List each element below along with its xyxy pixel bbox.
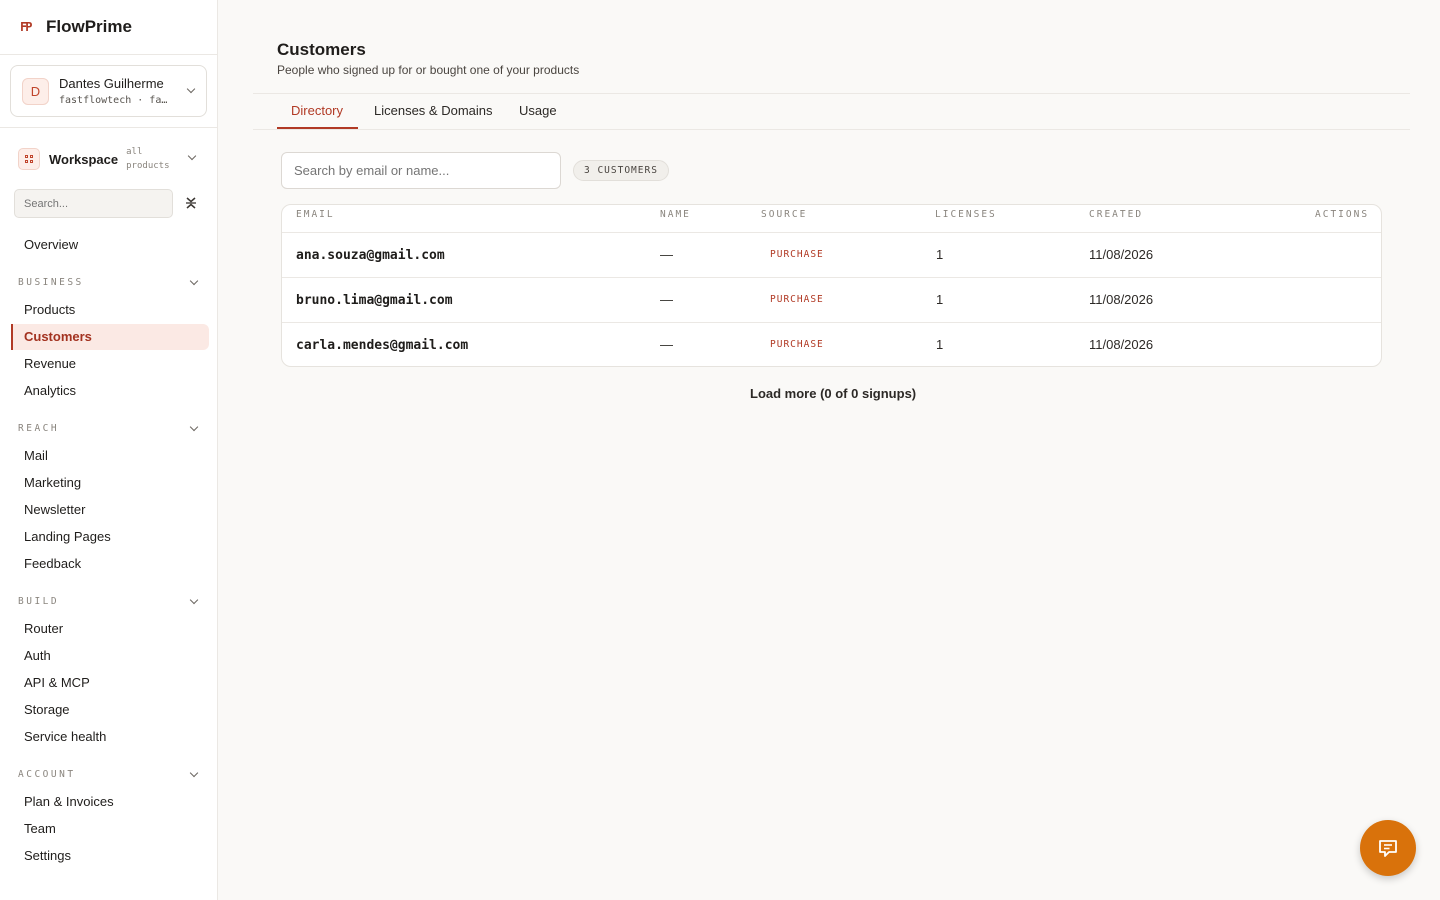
column-header-created[interactable]: CREATED	[1089, 209, 1143, 220]
brand-name: FlowPrime	[46, 17, 132, 36]
sidebar-item-customers[interactable]: Customers	[11, 324, 209, 350]
cell-licenses: 1	[936, 337, 944, 352]
cell-name: —	[660, 247, 673, 262]
cell-email[interactable]: carla.mendes@gmail.com	[296, 323, 468, 366]
cell-created: 11/08/2026	[1089, 247, 1154, 262]
sidebar-item-landing-pages[interactable]: Landing Pages	[24, 524, 111, 550]
source-badge: PURCHASE	[770, 294, 824, 305]
chevron-down-icon	[186, 84, 196, 94]
sidebar-item-products[interactable]: Products	[24, 297, 75, 323]
customers-table: EMAIL NAME SOURCE LICENSES CREATED ACTIO…	[281, 204, 1382, 367]
customer-search-input[interactable]	[281, 152, 561, 189]
sidebar-search-input[interactable]	[14, 189, 173, 218]
sidebar-item-revenue[interactable]: Revenue	[24, 351, 76, 377]
section-label-business[interactable]: BUSINESS	[18, 277, 84, 288]
customer-count-badge: 3 CUSTOMERS	[573, 160, 669, 181]
sidebar-item-feedback[interactable]: Feedback	[24, 551, 81, 577]
cell-email[interactable]: ana.souza@gmail.com	[296, 233, 445, 278]
sidebar-item-team[interactable]: Team	[24, 816, 56, 842]
chevron-down-icon	[187, 151, 197, 161]
tab-directory[interactable]: Directory	[291, 103, 343, 118]
collapse-icon[interactable]	[184, 196, 198, 210]
chevron-down-icon[interactable]	[189, 422, 199, 432]
header-divider	[253, 93, 1410, 94]
sidebar-item-service-health[interactable]: Service health	[24, 724, 106, 750]
chat-support-button[interactable]	[1360, 820, 1416, 876]
brand[interactable]: FP FlowPrime	[0, 0, 217, 55]
account-name: Dantes Guilherme	[59, 76, 164, 91]
sidebar-item-newsletter[interactable]: Newsletter	[24, 497, 85, 523]
sidebar-item-router[interactable]: Router	[24, 616, 63, 642]
column-header-licenses[interactable]: LICENSES	[935, 209, 997, 220]
grid-icon	[18, 148, 40, 170]
cell-licenses: 1	[936, 292, 944, 307]
workspace-sub: all products	[126, 147, 170, 171]
section-label-reach[interactable]: REACH	[18, 423, 59, 434]
page-title: Customers	[277, 40, 366, 59]
section-label-account[interactable]: ACCOUNT	[18, 769, 76, 780]
tab-licenses-domains[interactable]: Licenses & Domains	[374, 103, 493, 118]
source-badge: PURCHASE	[770, 249, 824, 260]
sidebar: FP FlowPrime D Dantes Guilherme fastflow…	[0, 0, 218, 900]
table-row[interactable]: bruno.lima@gmail.com — PURCHASE 1 11/08/…	[282, 277, 1381, 323]
brand-logo-icon: FP	[20, 20, 32, 34]
chevron-down-icon[interactable]	[189, 276, 199, 286]
load-more-button[interactable]: Load more (0 of 0 signups)	[750, 386, 916, 401]
workspace-selector[interactable]: Workspace all products	[18, 146, 203, 172]
sidebar-item-overview[interactable]: Overview	[24, 232, 78, 258]
cell-name: —	[660, 292, 673, 307]
section-label-build[interactable]: BUILD	[18, 596, 59, 607]
column-header-email[interactable]: EMAIL	[296, 209, 335, 220]
page-subtitle: People who signed up for or bought one o…	[277, 63, 580, 77]
tab-usage[interactable]: Usage	[519, 103, 557, 118]
table-row[interactable]: carla.mendes@gmail.com — PURCHASE 1 11/0…	[282, 322, 1381, 366]
column-header-source[interactable]: SOURCE	[761, 209, 807, 220]
chat-bubble-icon	[1379, 840, 1397, 857]
workspace-label: Workspace	[49, 151, 119, 167]
sidebar-item-marketing[interactable]: Marketing	[24, 470, 81, 496]
cell-created: 11/08/2026	[1089, 292, 1154, 307]
sidebar-item-analytics[interactable]: Analytics	[24, 378, 76, 404]
main-content: Customers People who signed up for or bo…	[218, 0, 1440, 900]
divider	[0, 127, 217, 128]
tabs-divider	[253, 129, 1410, 130]
chevron-down-icon[interactable]	[189, 595, 199, 605]
column-header-name[interactable]: NAME	[660, 209, 691, 220]
table-row[interactable]: ana.souza@gmail.com — PURCHASE 1 11/08/2…	[282, 232, 1381, 278]
cell-name: —	[660, 337, 673, 352]
chevron-down-icon[interactable]	[189, 768, 199, 778]
cell-licenses: 1	[936, 247, 944, 262]
cell-email[interactable]: bruno.lima@gmail.com	[296, 278, 453, 323]
account-switcher[interactable]: D Dantes Guilherme fastflowtech · fa…	[10, 65, 207, 117]
avatar: D	[22, 77, 49, 105]
cell-created: 11/08/2026	[1089, 337, 1154, 352]
source-badge: PURCHASE	[770, 339, 824, 350]
sidebar-item-storage[interactable]: Storage	[24, 697, 70, 723]
sidebar-item-plan-invoices[interactable]: Plan & Invoices	[24, 789, 114, 815]
column-header-actions: ACTIONS	[1315, 209, 1370, 220]
account-subline: fastflowtech · fa…	[59, 95, 168, 106]
sidebar-item-settings[interactable]: Settings	[24, 843, 71, 869]
sidebar-item-auth[interactable]: Auth	[24, 643, 51, 669]
sidebar-item-api-mcp[interactable]: API & MCP	[24, 670, 90, 696]
sidebar-item-mail[interactable]: Mail	[24, 443, 48, 469]
